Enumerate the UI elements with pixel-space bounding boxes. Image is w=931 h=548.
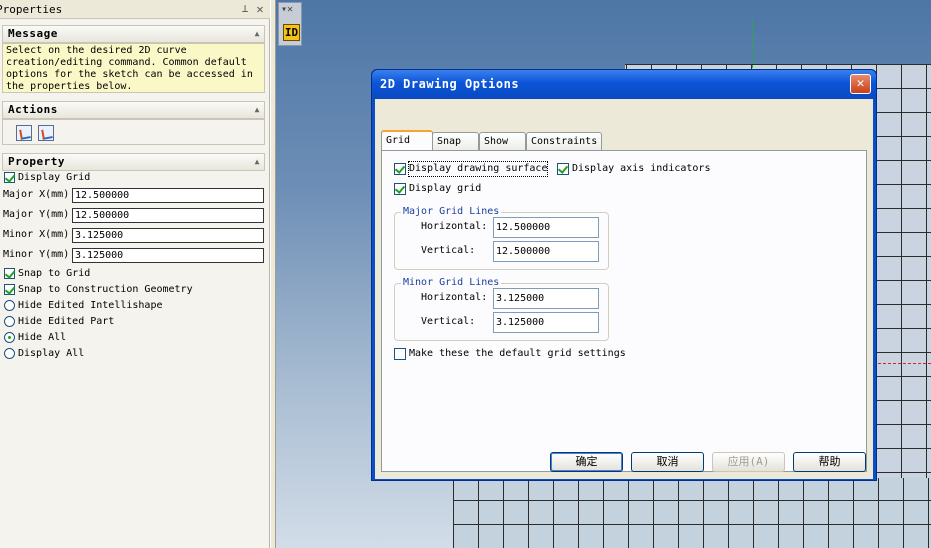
display-grid-dialog-option[interactable]: Display grid (394, 182, 494, 196)
ok-button[interactable]: 确定 (550, 452, 623, 472)
actions-section-header[interactable]: Actions ▲ (2, 101, 265, 119)
major-horizontal-label: Horizontal: (421, 221, 488, 232)
panel-title-bar: Properties ⊥ ✕ (0, 0, 270, 19)
display-grid-label: Display Grid (18, 172, 91, 183)
snap-to-construction-checkbox[interactable] (4, 284, 15, 295)
close-icon[interactable]: ✕ (850, 74, 871, 94)
minor-grid-group: Minor Grid Lines Horizontal: 3.125000 Ve… (394, 277, 609, 341)
dialog-title-bar[interactable]: 2D Drawing Options ✕ (372, 70, 876, 99)
grid-tab-page: Display drawing surface Display axis ind… (381, 150, 867, 472)
cancel-button[interactable]: 取消 (631, 452, 704, 472)
tab-grid-label: Grid (386, 135, 411, 146)
default-settings-checkbox[interactable] (394, 348, 406, 360)
minor-x-field[interactable]: 3.125000 (72, 228, 264, 243)
message-text: Select on the desired 2D curve creation/… (2, 43, 265, 93)
major-vertical-label: Vertical: (421, 245, 476, 256)
minor-vertical-field[interactable]: 3.125000 (493, 312, 599, 333)
help-button[interactable]: 帮助 (793, 452, 866, 472)
tab-show-label: Show (484, 136, 509, 147)
major-y-field[interactable]: 12.500000 (72, 208, 264, 223)
snap-to-grid-option[interactable]: Snap to Grid (2, 266, 265, 282)
panel-title: Properties (0, 3, 63, 16)
tab-show[interactable]: Show (479, 132, 526, 152)
message-section-header[interactable]: Message ▲ (2, 25, 265, 43)
hide-edited-intellishape-option[interactable]: Hide Edited Intellishape (2, 298, 265, 314)
minor-y-label: Minor Y(mm) (3, 249, 70, 260)
display-grid-dialog-checkbox[interactable] (394, 183, 406, 195)
properties-panel: Properties ⊥ ✕ Message ▲ Select on the d… (0, 0, 270, 548)
hide-all-option[interactable]: Hide All (2, 330, 265, 346)
actions-toolbar (2, 119, 265, 145)
hide-edited-intellishape-label: Hide Edited Intellishape (18, 300, 163, 311)
sketch-grid (453, 478, 931, 548)
display-all-option[interactable]: Display All (2, 346, 265, 362)
message-header: Message (8, 27, 58, 40)
edit-sketch-icon[interactable] (16, 125, 32, 141)
apply-button[interactable]: 应用(A) (712, 452, 785, 472)
display-axis-indicators-label: Display axis indicators (572, 163, 711, 174)
dialog-title: 2D Drawing Options (380, 77, 520, 91)
tab-constraints-label: Constraints (531, 136, 598, 147)
display-all-label: Display All (18, 348, 85, 359)
chevron-up-icon[interactable]: ▲ (255, 154, 260, 170)
hide-edited-part-radio[interactable] (4, 316, 15, 327)
sketch-table-icon[interactable] (38, 125, 54, 141)
minor-horizontal-label: Horizontal: (421, 292, 488, 303)
display-grid-checkbox[interactable] (4, 172, 15, 183)
axis-indicator-y (752, 20, 753, 68)
hide-edited-part-option[interactable]: Hide Edited Part (2, 314, 265, 330)
snap-to-grid-label: Snap to Grid (18, 268, 91, 279)
hide-edited-part-label: Hide Edited Part (18, 316, 115, 327)
display-grid-dialog-label: Display grid (409, 183, 482, 194)
major-x-row: Major X(mm) 12.500000 (2, 187, 265, 203)
minor-y-field[interactable]: 3.125000 (72, 248, 264, 263)
major-x-label: Major X(mm) (3, 189, 70, 200)
property-section-header[interactable]: Property ▲ (2, 153, 265, 171)
property-header: Property (8, 155, 65, 168)
chevron-up-icon[interactable]: ▲ (255, 26, 260, 42)
close-icon[interactable]: ✕ (254, 2, 266, 16)
major-y-row: Major Y(mm) 12.500000 (2, 207, 265, 223)
minor-x-row: Minor X(mm) 3.125000 (2, 227, 265, 243)
display-all-radio[interactable] (4, 348, 15, 359)
minor-vertical-label: Vertical: (421, 316, 476, 327)
snap-to-grid-checkbox[interactable] (4, 268, 15, 279)
minor-x-label: Minor X(mm) (3, 229, 70, 240)
snap-to-construction-option[interactable]: Snap to Construction Geometry (2, 282, 265, 298)
hide-all-radio[interactable] (4, 332, 15, 343)
display-axis-indicators-option[interactable]: Display axis indicators (557, 162, 727, 176)
actions-header: Actions (8, 103, 58, 116)
display-drawing-surface-checkbox[interactable] (394, 163, 406, 175)
display-drawing-surface-option[interactable]: Display drawing surface (394, 161, 552, 177)
major-vertical-field[interactable]: 12.500000 (493, 241, 599, 262)
intellishape-id-icon[interactable]: ID (283, 24, 300, 41)
chevron-up-icon[interactable]: ▲ (255, 102, 260, 118)
pin-icon[interactable]: ⊥ (239, 2, 251, 16)
dialog-body: Grid Snap Show Constraints Display drawi… (375, 99, 873, 479)
display-drawing-surface-label: Display drawing surface (407, 161, 549, 177)
axis-indicator-x (878, 363, 931, 364)
hide-edited-intellishape-radio[interactable] (4, 300, 15, 311)
snap-to-construction-label: Snap to Construction Geometry (18, 284, 193, 295)
major-grid-group: Major Grid Lines Horizontal: 12.500000 V… (394, 206, 609, 270)
drawing-options-dialog: 2D Drawing Options ✕ Grid Snap Show Cons… (371, 69, 877, 481)
tab-snap-label: Snap (437, 136, 462, 147)
major-y-label: Major Y(mm) (3, 209, 70, 220)
major-horizontal-field[interactable]: 12.500000 (493, 217, 599, 238)
default-settings-option[interactable]: Make these the default grid settings (394, 347, 634, 361)
hide-all-label: Hide All (18, 332, 67, 343)
display-grid-option[interactable]: Display Grid (2, 170, 265, 186)
tab-grid[interactable]: Grid (381, 130, 433, 152)
toolbar-collapse-icon[interactable]: ▾✕ (281, 5, 293, 15)
default-settings-label: Make these the default grid settings (409, 348, 626, 359)
display-axis-indicators-checkbox[interactable] (557, 163, 569, 175)
minor-horizontal-field[interactable]: 3.125000 (493, 288, 599, 309)
major-x-field[interactable]: 12.500000 (72, 188, 264, 203)
minor-y-row: Minor Y(mm) 3.125000 (2, 247, 265, 263)
tab-constraints[interactable]: Constraints (526, 132, 602, 152)
tab-snap[interactable]: Snap (432, 132, 479, 152)
